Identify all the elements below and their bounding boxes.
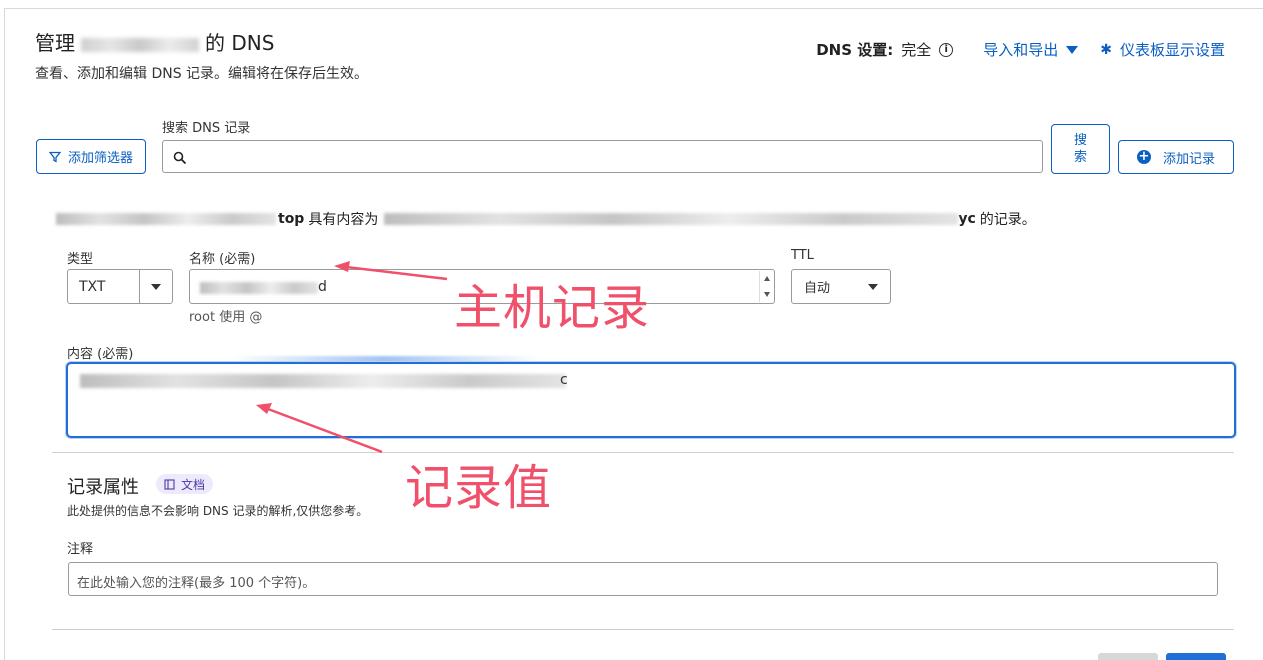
record-value-arrow	[267, 407, 383, 454]
host-record-arrow	[345, 265, 448, 281]
host-record-annotation: 主机记录	[454, 280, 651, 336]
host-record-arrowhead	[334, 261, 350, 272]
record-value-annotation: 记录值	[405, 460, 553, 516]
